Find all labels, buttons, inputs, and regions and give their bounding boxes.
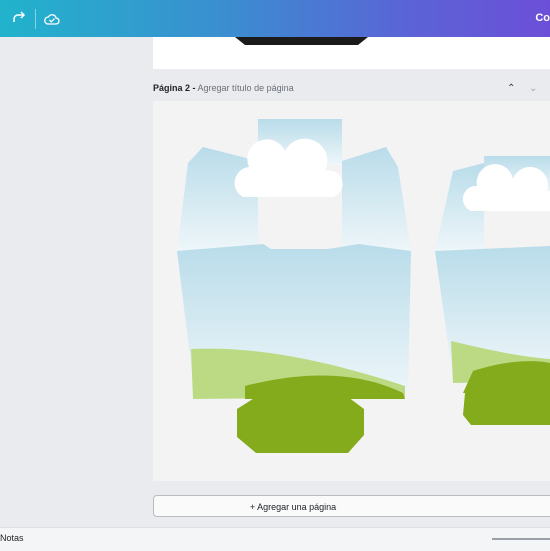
notes-button[interactable]: Notas (0, 533, 24, 543)
toolbar-separator (35, 9, 36, 29)
chevron-down-icon[interactable]: ⌄ (529, 83, 537, 94)
bottom-bar: Notas (0, 527, 550, 551)
page-2-canvas[interactable] (153, 101, 550, 481)
add-page-label: + Agregar una página (249, 502, 337, 512)
page-number-label: Página 2 - (153, 83, 196, 93)
share-button[interactable]: Co (535, 12, 550, 24)
left-panel (0, 37, 138, 550)
box-template-2 (435, 156, 550, 425)
cloud-saved-icon[interactable] (43, 10, 61, 28)
redo-icon[interactable] (10, 10, 28, 28)
page-2-header: Página 2 - Agregar título de página ⌃ ⌄ (153, 83, 550, 99)
zoom-slider[interactable] (492, 538, 550, 540)
add-page-button[interactable]: + Agregar una página (153, 495, 550, 517)
page-title-input[interactable]: Agregar título de página (198, 83, 294, 93)
page-1-canvas[interactable] (153, 37, 550, 69)
box-template-1 (177, 119, 411, 453)
box-template-illustration (177, 119, 550, 453)
top-toolbar: Co (0, 0, 550, 37)
page-1-shape (235, 37, 368, 45)
chevron-up-icon[interactable]: ⌃ (507, 83, 515, 94)
